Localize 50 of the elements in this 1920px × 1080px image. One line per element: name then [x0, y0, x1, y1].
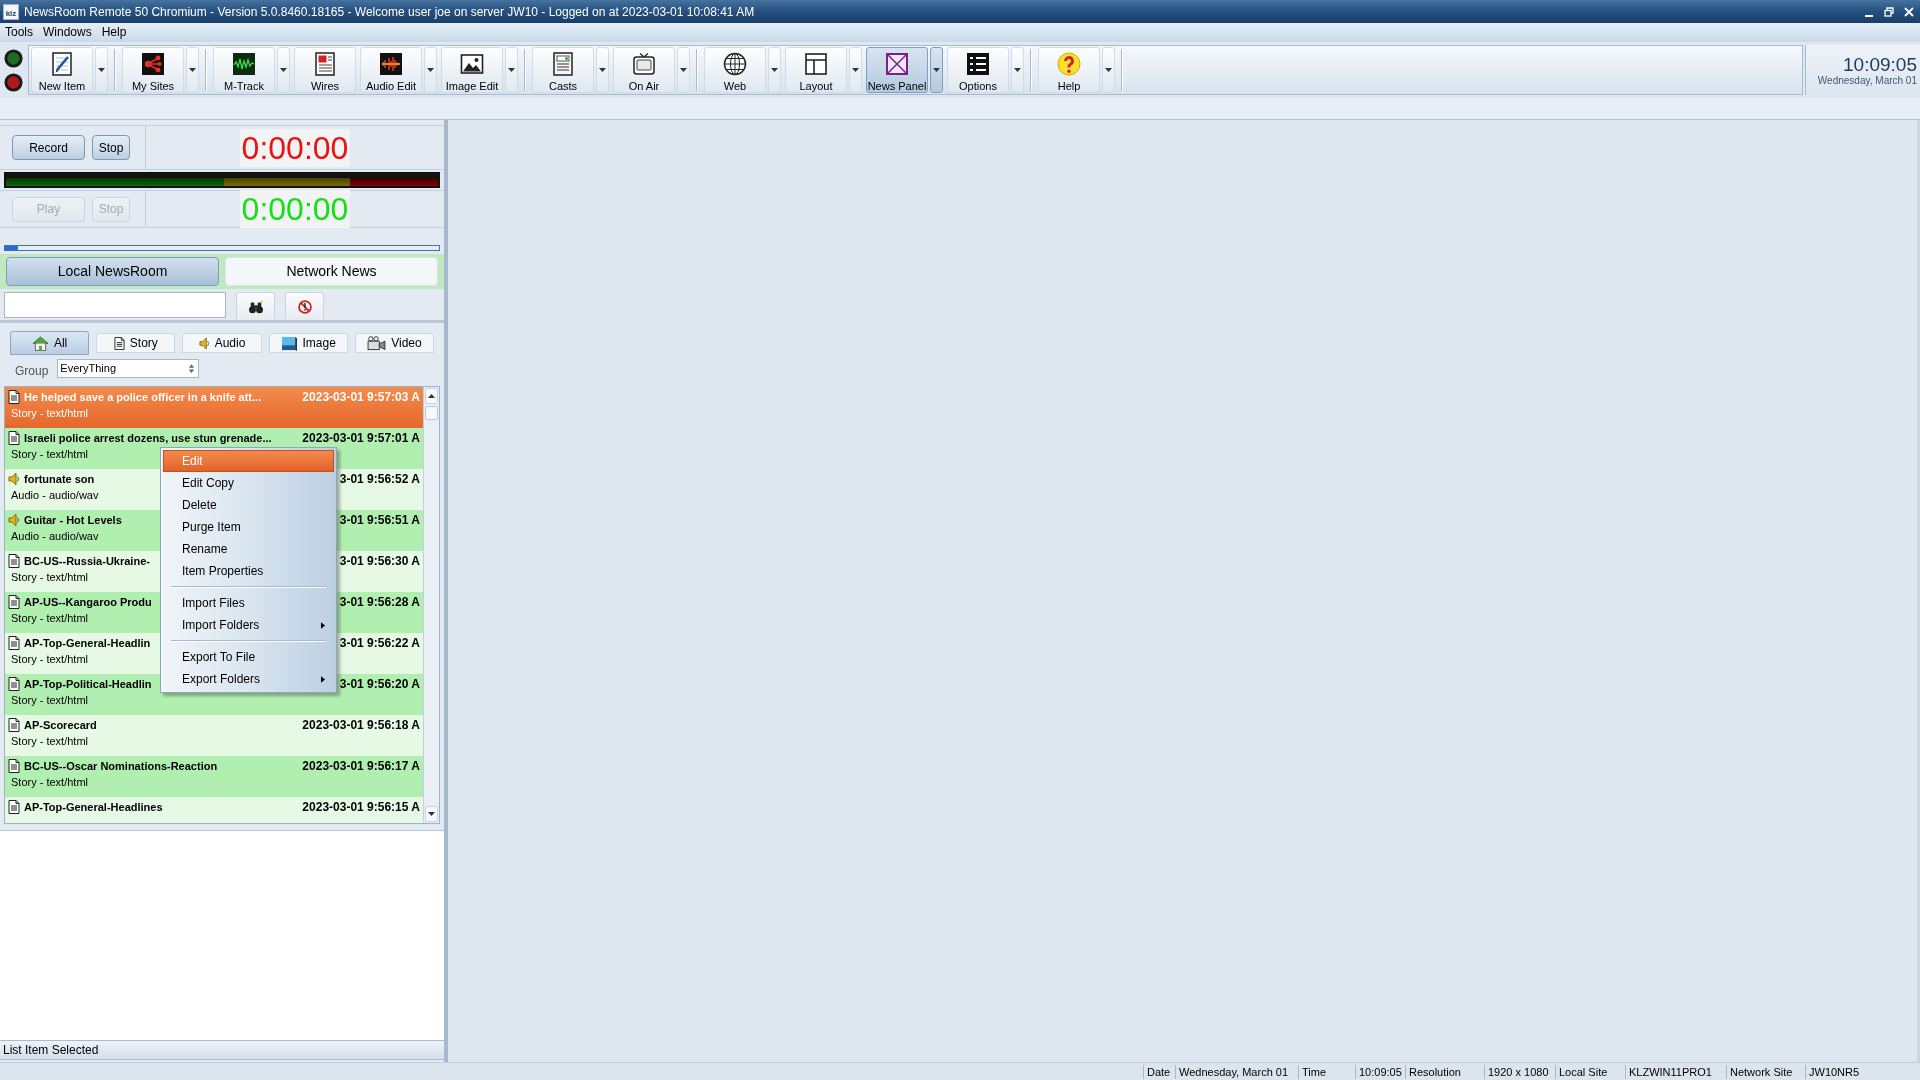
status-value: JW10NR5 [1805, 1064, 1862, 1079]
item-type: Audio - audio/wav [10, 488, 99, 502]
item-date: 2023-03-01 9:57:03 A [302, 390, 420, 404]
clock-date: Wednesday, March 01 [1817, 74, 1917, 87]
status-value: Wednesday, March 01 [1175, 1064, 1298, 1079]
clock-time: 10:09:05 [1843, 53, 1917, 75]
item-type: Story - text/html [10, 734, 89, 748]
status-label: Local Site [1555, 1064, 1625, 1079]
app-logo: klz [3, 3, 19, 20]
item-title: BC-US--Russia-Ukraine- [24, 554, 150, 568]
status-value: 10:09:05 [1355, 1064, 1405, 1079]
item-title: fortunate son [24, 472, 95, 486]
status-value: 1920 x 1080 [1484, 1064, 1555, 1079]
item-type: Story - text/html [10, 652, 89, 666]
item-type: Story - text/html [10, 570, 89, 584]
item-type: Audio - audio/wav [10, 529, 99, 543]
item-date: 2023-03-01 9:57:01 A [302, 431, 420, 445]
item-title: Guitar - Hot Levels [24, 513, 122, 527]
status-text: List Item Selected [3, 1043, 99, 1057]
status-value: KLZWIN11PRO1 [1625, 1064, 1726, 1079]
record-timer: 0:00:00 [239, 128, 351, 167]
item-title: AP-Top-General-Headlin [24, 636, 151, 650]
item-date: 2023-03-01 9:56:15 A [302, 800, 420, 814]
item-date: 3-01 9:56:30 A [339, 554, 420, 568]
item-title: AP-US--Kangaroo Produ [24, 595, 152, 609]
item-date: 2023-03-01 9:56:17 A [302, 759, 420, 773]
status-label: Resolution [1405, 1064, 1484, 1079]
item-title: AP-Top-Political-Headlin [24, 677, 152, 691]
item-date: 3-01 9:56:28 A [339, 595, 420, 609]
item-date: 3-01 9:56:22 A [339, 636, 420, 650]
item-title: He helped save a police officer in a knife att... [24, 390, 262, 404]
item-type: Story - text/html [10, 693, 89, 707]
window-title: NewsRoom Remote 50 Chromium - Version 5.0.8460.18165 - Welcome user joe on server JW10 - Logged on at 2023-03-01 10:08:41 AM [24, 3, 755, 21]
item-title: AP-Top-General-Headlines [24, 800, 163, 814]
item-type: Story - text/html [10, 775, 89, 789]
group-label: Group [15, 363, 49, 380]
item-title: Israeli police arrest dozens, use stun grenade... [24, 431, 272, 445]
status-label: Time [1298, 1064, 1355, 1079]
item-date: 3-01 9:56:51 A [339, 513, 420, 527]
item-date: 3-01 9:56:52 A [339, 472, 420, 486]
item-date: 2023-03-01 9:56:18 A [302, 718, 420, 732]
playback-timer: 0:00:00 [239, 190, 351, 228]
status-label: Date [1143, 1064, 1175, 1079]
item-title: BC-US--Oscar Nominations-Reaction [24, 759, 218, 773]
item-type: Story - text/html [10, 447, 89, 461]
item-type: Story - text/html [10, 611, 89, 625]
item-type: Story - text/html [10, 406, 89, 420]
status-label: Network Site [1726, 1064, 1805, 1079]
item-title: AP-Scorecard [24, 718, 97, 732]
item-date: 3-01 9:56:20 A [339, 677, 420, 691]
